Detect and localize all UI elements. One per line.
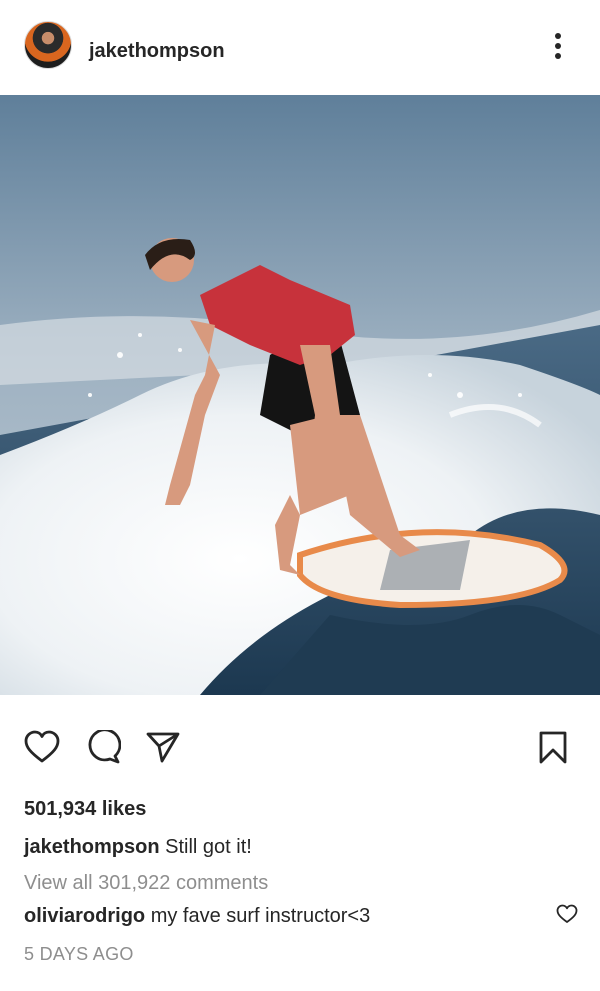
- comment-item: oliviarodrigo my fave surf instructor<3: [24, 903, 370, 929]
- caption-text: Still got it!: [165, 836, 252, 858]
- post-username[interactable]: jakethompson: [89, 40, 225, 62]
- caption-username[interactable]: jakethompson: [24, 836, 160, 858]
- view-all-comments-link[interactable]: View all 301,922 comments: [24, 870, 268, 896]
- more-options-icon[interactable]: [548, 30, 568, 62]
- comment-text: my fave surf instructor<3: [150, 905, 371, 927]
- post-header: jakethompson: [0, 0, 600, 95]
- heart-icon[interactable]: [24, 730, 60, 764]
- surfing-photo: [0, 95, 600, 695]
- avatar[interactable]: [24, 21, 72, 69]
- caption: jakethompson Still got it!: [24, 834, 252, 860]
- post-timestamp: 5 DAYS AGO: [24, 944, 134, 964]
- post-actions: [0, 720, 600, 776]
- bookmark-icon[interactable]: [538, 730, 568, 766]
- likes-count[interactable]: 501,934 likes: [24, 796, 146, 822]
- comment-heart-icon[interactable]: [556, 904, 578, 924]
- comment-icon[interactable]: [85, 730, 121, 764]
- post-photo[interactable]: [0, 95, 600, 695]
- share-icon[interactable]: [145, 730, 181, 764]
- comment-username[interactable]: oliviarodrigo: [24, 905, 145, 927]
